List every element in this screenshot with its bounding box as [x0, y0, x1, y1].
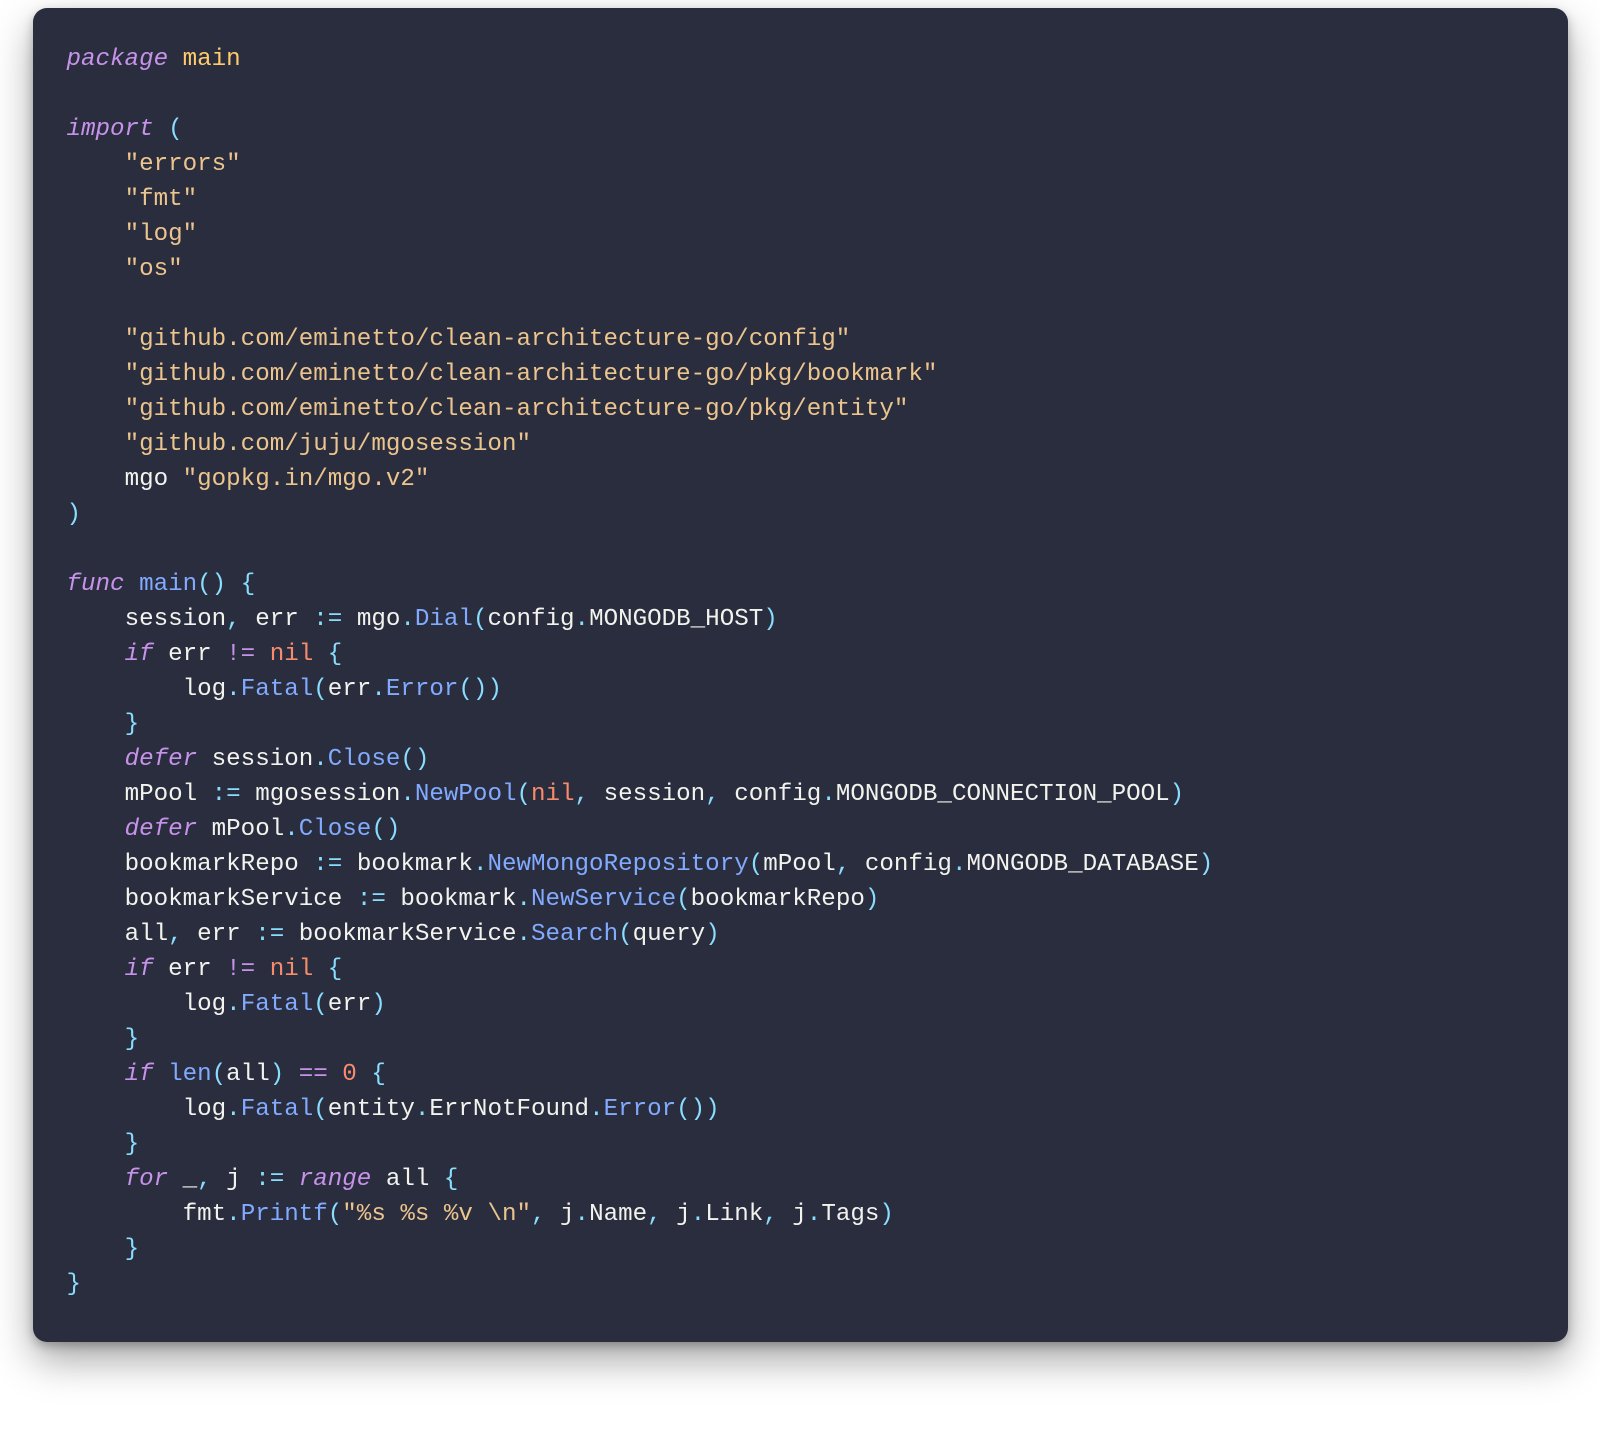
fn-newpool: NewPool	[415, 781, 517, 808]
fn-newservice: NewService	[531, 886, 676, 913]
kw-import: import	[67, 116, 154, 143]
kw-defer: defer	[125, 746, 198, 773]
code-block: package main import ( "errors" "fmt" "lo…	[67, 42, 1534, 1302]
kw-func: func	[67, 571, 125, 598]
fn-main: main	[139, 571, 197, 598]
import-errors: "errors"	[125, 151, 241, 178]
fn-newmongorepo: NewMongoRepository	[487, 851, 748, 878]
import-bookmark: "github.com/eminetto/clean-architecture-…	[125, 361, 938, 388]
import-entity: "github.com/eminetto/clean-architecture-…	[125, 396, 909, 423]
fn-fatal: Fatal	[241, 676, 314, 703]
kw-for: for	[125, 1166, 169, 1193]
code-card: package main import ( "errors" "fmt" "lo…	[33, 8, 1568, 1342]
import-os: "os"	[125, 256, 183, 283]
import-mgo: "gopkg.in/mgo.v2"	[183, 466, 430, 493]
fn-len: len	[168, 1061, 212, 1088]
import-alias-mgo: mgo	[125, 466, 169, 493]
fn-dial: Dial	[415, 606, 473, 633]
kw-range: range	[299, 1166, 372, 1193]
import-fmt: "fmt"	[125, 186, 198, 213]
kw-package: package	[67, 46, 169, 73]
fn-printf: Printf	[241, 1201, 328, 1228]
import-config: "github.com/eminetto/clean-architecture-…	[125, 326, 851, 353]
kw-if: if	[125, 641, 154, 668]
import-log: "log"	[125, 221, 198, 248]
pkg-name: main	[183, 46, 241, 73]
fn-search: Search	[531, 921, 618, 948]
import-mgosession: "github.com/juju/mgosession"	[125, 431, 531, 458]
